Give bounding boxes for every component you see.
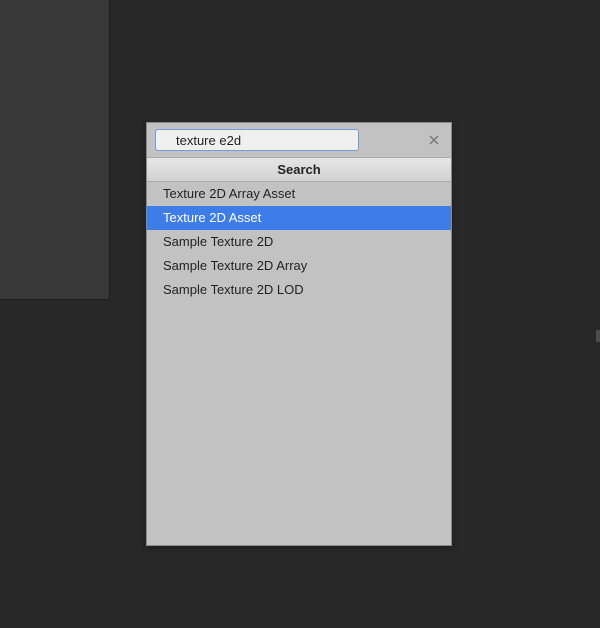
search-result-item[interactable]: Texture 2D Asset: [147, 206, 451, 230]
search-result-item[interactable]: Texture 2D Array Asset: [147, 182, 451, 206]
search-popup: Search Texture 2D Array AssetTexture 2D …: [146, 122, 452, 546]
search-result-item[interactable]: Sample Texture 2D Array: [147, 254, 451, 278]
result-label: Sample Texture 2D: [163, 234, 273, 249]
search-bar: [147, 123, 451, 157]
search-results-list[interactable]: Texture 2D Array Asset Texture 2D Asset Sa…: [147, 182, 451, 545]
result-label: Texture 2D Array Asset: [163, 186, 295, 201]
close-icon: [429, 132, 439, 148]
search-result-item[interactable]: Sample Texture 2D LOD: [147, 278, 451, 302]
search-result-item[interactable]: Sample Texture 2D: [147, 230, 451, 254]
section-title: Search: [277, 162, 320, 177]
background-notch-right: [596, 330, 600, 342]
background-panel-left: [0, 0, 110, 300]
result-label: Sample Texture 2D LOD: [163, 282, 304, 297]
search-field-wrap: [155, 129, 419, 151]
result-label: Texture 2D Asset: [163, 210, 261, 225]
clear-search-button[interactable]: [425, 131, 443, 149]
search-section-header: Search: [147, 157, 451, 182]
search-input[interactable]: [155, 129, 359, 151]
result-label: Sample Texture 2D Array: [163, 258, 307, 273]
